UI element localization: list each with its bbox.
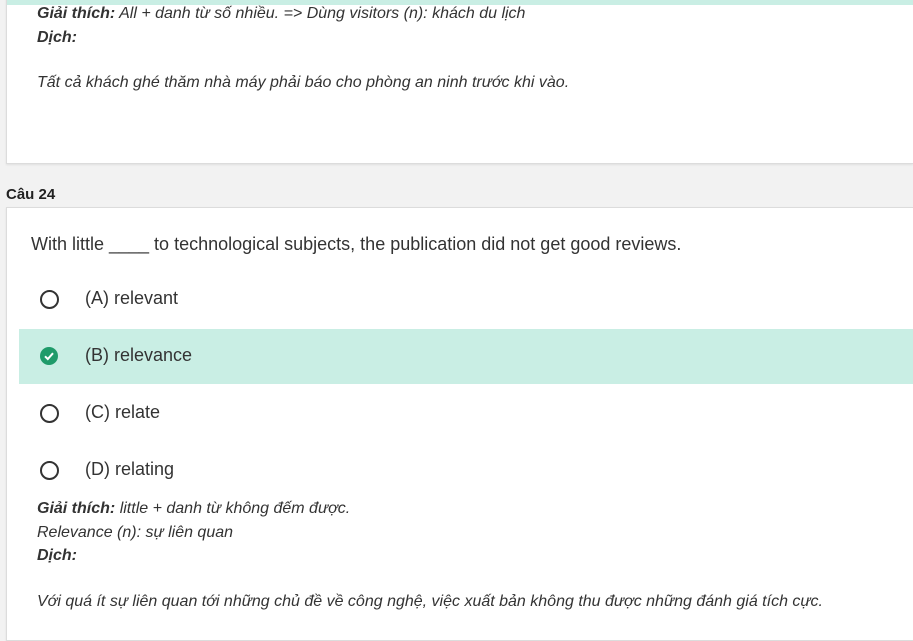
check-circle-icon[interactable] (40, 347, 58, 365)
radio-unchecked-icon[interactable] (40, 404, 59, 423)
question-text: With little ____ to technological subjec… (31, 234, 682, 254)
explanation-line: Giải thích: little + danh từ không đếm đ… (37, 500, 351, 517)
option-label: (A) relevant (85, 288, 179, 308)
translate-label: Dịch: (37, 547, 77, 564)
option-label: (C) relate (85, 402, 161, 422)
option-d[interactable]: (D) relating (19, 443, 913, 498)
option-a[interactable]: (A) relevant (19, 272, 913, 327)
explanation-line-2: Relevance (n): sự liên quan (37, 524, 234, 541)
option-label: (D) relating (85, 459, 175, 479)
translate-label: Dịch: (37, 29, 77, 46)
explanation-line: Giải thích: All + danh từ số nhiều. => D… (37, 5, 526, 22)
option-c[interactable]: (C) relate (19, 386, 913, 441)
radio-unchecked-icon[interactable] (40, 461, 59, 480)
option-label: (B) relevance (85, 345, 193, 365)
previous-question-card: Giải thích: All + danh từ số nhiều. => D… (6, 0, 913, 164)
question-number: Câu 24 (6, 186, 56, 203)
translation-text: Tất cả khách ghé thăm nhà máy phải báo c… (37, 74, 570, 91)
option-b[interactable]: (B) relevance (19, 329, 913, 384)
radio-unchecked-icon[interactable] (40, 290, 59, 309)
translation-text: Với quá ít sự liên quan tới những chủ đề… (37, 593, 823, 610)
question-card: With little ____ to technological subjec… (6, 207, 913, 641)
